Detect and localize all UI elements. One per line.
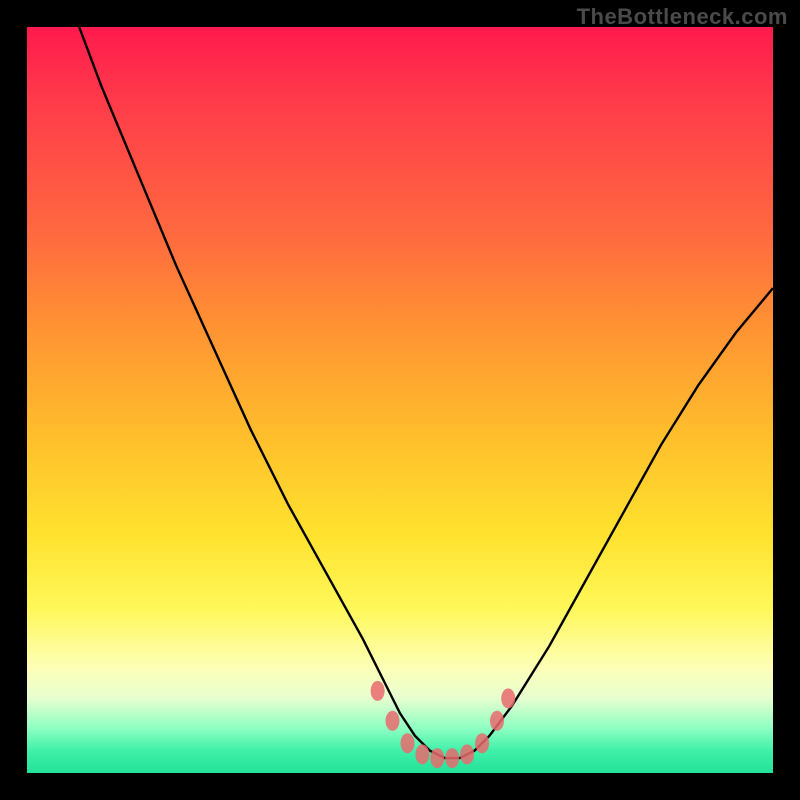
plot-area bbox=[27, 27, 773, 773]
curve-marker bbox=[460, 744, 474, 764]
curve-marker bbox=[386, 711, 400, 731]
curve-marker bbox=[501, 688, 515, 708]
curve-marker bbox=[415, 744, 429, 764]
bottleneck-curve-svg bbox=[27, 27, 773, 773]
chart-frame: TheBottleneck.com bbox=[0, 0, 800, 800]
curve-marker bbox=[475, 733, 489, 753]
bottleneck-curve-path bbox=[79, 27, 773, 758]
curve-marker bbox=[371, 681, 385, 701]
curve-markers bbox=[371, 681, 516, 768]
curve-marker bbox=[430, 748, 444, 768]
curve-marker bbox=[401, 733, 415, 753]
curve-marker bbox=[490, 711, 504, 731]
curve-marker bbox=[445, 748, 459, 768]
